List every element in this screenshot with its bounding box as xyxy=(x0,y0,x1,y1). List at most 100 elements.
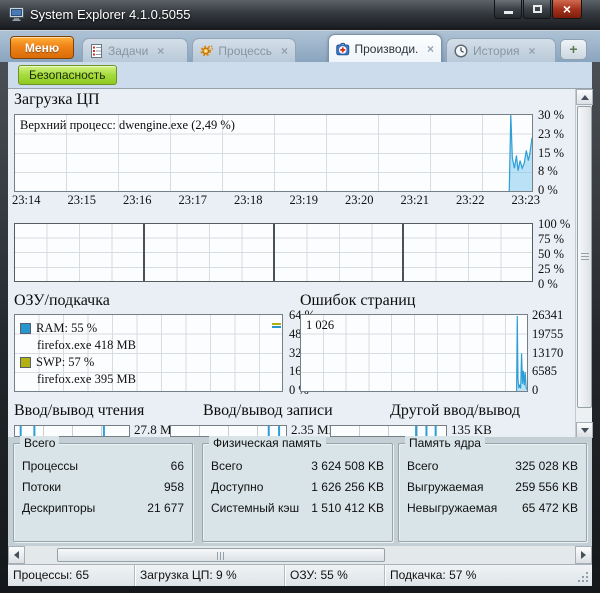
stat-value: 3 624 508 KB xyxy=(311,456,384,477)
page-faults-current: 1 026 xyxy=(306,318,334,333)
stat-row: Системный кэш 1 510 412 KB xyxy=(203,498,392,519)
kernel-memory-groupbox: Память ядра Всего325 028 KB Выгружаемая2… xyxy=(398,443,587,542)
y-tick: 26341 xyxy=(532,308,580,323)
tab-close-icon[interactable]: × xyxy=(281,44,288,58)
menu-button[interactable]: Меню xyxy=(10,36,74,59)
per-core-chart xyxy=(14,223,533,282)
core-chart-cell xyxy=(404,224,532,281)
add-tab-button[interactable]: + xyxy=(560,39,587,60)
window-controls: × xyxy=(493,0,582,19)
tab-close-icon[interactable]: × xyxy=(529,44,536,58)
app-icon xyxy=(9,7,25,21)
x-tick: 23:14 xyxy=(12,193,40,208)
stats-panel: Всего Процессы66 Потоки 958 Дескрипторы21… xyxy=(8,437,592,546)
vertical-scrollbar-thumb[interactable] xyxy=(577,106,592,408)
stat-label: Выгружаемая xyxy=(407,477,483,498)
group-title: Всего xyxy=(20,436,59,450)
stat-label: Всего xyxy=(407,456,438,477)
x-tick: 23:17 xyxy=(179,193,207,208)
arrow-right-icon xyxy=(581,551,586,559)
page-faults-section-title: Ошибок страниц xyxy=(300,292,415,310)
x-tick: 23:23 xyxy=(512,193,540,208)
ram-label: RAM: 55 % xyxy=(36,321,97,336)
status-ram: ОЗУ: 55 % xyxy=(285,565,385,586)
tab-label: Процессы xyxy=(218,44,272,58)
performance-panel: Загрузка ЦП Верхний процесс: dwengine.ex… xyxy=(8,88,592,437)
vertical-scrollbar[interactable] xyxy=(575,89,592,438)
x-tick: 23:20 xyxy=(345,193,373,208)
page-faults-chart: 1 026 xyxy=(300,314,528,392)
group-title: Физическая память xyxy=(209,436,326,450)
stat-label: Доступно xyxy=(211,477,263,498)
swap-trend-line xyxy=(272,323,281,325)
stat-value: 1 626 256 KB xyxy=(311,477,384,498)
minimize-button[interactable] xyxy=(494,0,522,19)
scroll-down-button[interactable] xyxy=(576,422,593,438)
y-tick: 6585 xyxy=(532,364,580,379)
swap-label: SWP: 57 % xyxy=(36,355,94,370)
cpu-section-title: Загрузка ЦП xyxy=(14,91,100,109)
performance-icon xyxy=(336,42,350,56)
stat-label: Системный кэш xyxy=(211,498,299,519)
scroll-right-button[interactable] xyxy=(575,546,592,564)
close-button[interactable]: × xyxy=(552,0,582,19)
stat-label: Потоки xyxy=(22,477,61,498)
titlebar[interactable]: System Explorer 4.1.0.5055 × xyxy=(0,0,600,30)
status-cpu-load: Загрузка ЦП: 9 % xyxy=(135,565,285,586)
x-tick: 23:15 xyxy=(68,193,96,208)
ram-trend-line xyxy=(272,326,281,328)
stat-label: Невыгружаемая xyxy=(407,498,497,519)
stat-value: 958 xyxy=(164,477,184,498)
stat-value: 259 556 KB xyxy=(515,477,578,498)
horizontal-scrollbar[interactable] xyxy=(8,546,592,564)
page-faults-y-axis: 26341 19755 13170 6585 0 xyxy=(532,308,580,398)
stat-value: 21 677 xyxy=(147,498,184,519)
stat-value: 66 xyxy=(171,456,184,477)
horizontal-scrollbar-thumb[interactable] xyxy=(57,548,385,562)
arrow-down-icon xyxy=(581,428,589,433)
io-read-title: Ввод/вывод чтения xyxy=(14,402,144,420)
physical-memory-groupbox: Физическая память Всего3 624 508 KB Дост… xyxy=(202,443,393,542)
security-button[interactable]: Безопасность xyxy=(18,65,117,85)
memory-section-title: ОЗУ/подкачка xyxy=(14,292,110,310)
tab-label: Задачи xyxy=(108,44,148,58)
stat-row: Всего 325 028 KB xyxy=(399,456,586,477)
stat-row: Процессы66 xyxy=(14,456,192,477)
maximize-icon xyxy=(533,5,542,13)
cpu-x-axis: 23:14 23:15 23:16 23:17 23:18 23:19 23:2… xyxy=(12,193,540,208)
tab-label: История xyxy=(473,44,520,58)
core-chart-cell xyxy=(15,224,145,281)
tab-processes[interactable]: Процессы × xyxy=(192,38,296,62)
tab-bar: Меню Задачи × Процессы × xyxy=(0,30,600,62)
tab-performance[interactable]: Производи... × xyxy=(328,34,442,62)
stat-row: Доступно 1 626 256 KB xyxy=(203,477,392,498)
status-bar: Процессы: 65 Загрузка ЦП: 9 % ОЗУ: 55 % … xyxy=(8,564,592,586)
toolbar: Безопасность xyxy=(8,62,592,88)
x-tick: 23:21 xyxy=(401,193,429,208)
maximize-button[interactable] xyxy=(523,0,551,19)
close-icon: × xyxy=(563,2,571,16)
io-other-title: Другой ввод/вывод xyxy=(390,402,520,420)
arrow-up-icon xyxy=(581,95,589,100)
stat-value: 65 472 KB xyxy=(522,498,578,519)
stat-row: Выгружаемая 259 556 KB xyxy=(399,477,586,498)
tab-history[interactable]: История × xyxy=(446,38,556,62)
scroll-left-button[interactable] xyxy=(8,546,25,564)
stat-value: 1 510 412 KB xyxy=(311,498,384,519)
scroll-up-button[interactable] xyxy=(576,89,593,105)
stat-row: Всего3 624 508 KB xyxy=(203,456,392,477)
x-tick: 23:22 xyxy=(456,193,484,208)
y-tick: 0 xyxy=(532,383,580,398)
stat-value: 325 028 KB xyxy=(515,456,578,477)
tab-close-icon[interactable]: × xyxy=(157,44,164,58)
tab-tasks[interactable]: Задачи × xyxy=(82,38,188,62)
status-swap: Подкачка: 57 % xyxy=(385,565,592,586)
core-chart-cell xyxy=(145,224,275,281)
swap-swatch xyxy=(20,357,31,368)
tab-close-icon[interactable]: × xyxy=(427,42,434,56)
window-title: System Explorer 4.1.0.5055 xyxy=(30,7,190,22)
stat-row: Невыгружаемая 65 472 KB xyxy=(399,498,586,519)
resize-grip[interactable] xyxy=(586,580,588,582)
tasks-icon xyxy=(90,44,103,58)
stat-row: Дескрипторы21 677 xyxy=(14,498,192,519)
